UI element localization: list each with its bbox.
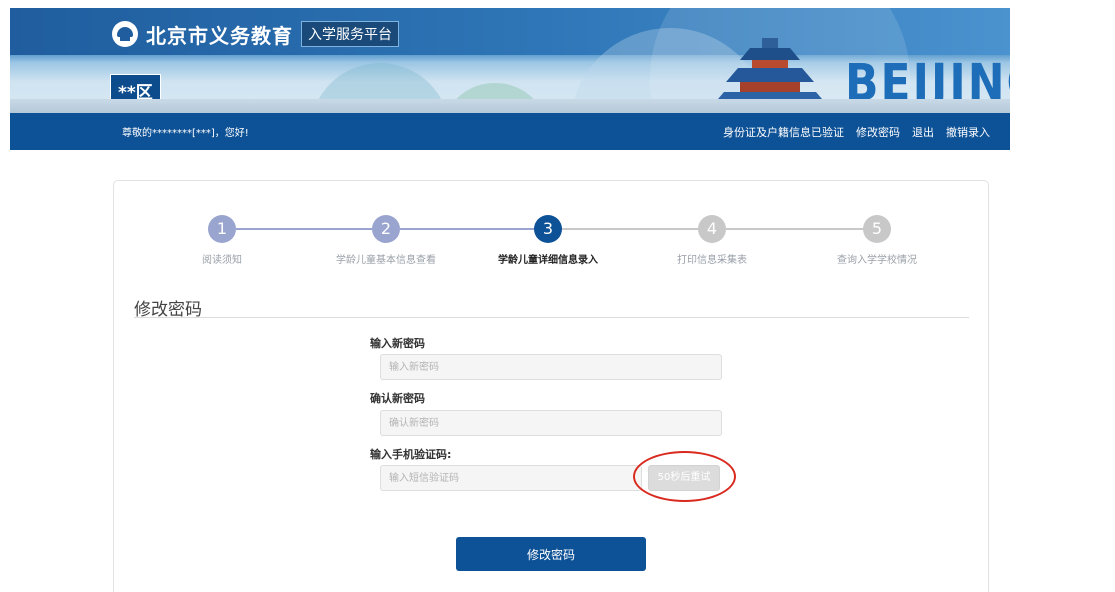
sms-code-label: 输入手机验证码:	[370, 448, 452, 461]
nav-link-cancel-entry[interactable]: 撤销录入	[946, 124, 990, 140]
step-number: 5	[863, 215, 891, 243]
main-card: 1 阅读须知 2 学龄儿童基本信息查看 3 学龄儿童详细信息录入 4 打印信息采…	[113, 180, 989, 592]
step-number: 1	[208, 215, 236, 243]
step-read-notice: 1 阅读须知	[142, 215, 302, 266]
step-label: 学龄儿童详细信息录入	[498, 255, 598, 266]
site-logo[interactable]: 北京市义务教育 入学服务平台	[112, 20, 399, 48]
site-subtitle: 入学服务平台	[301, 21, 399, 47]
change-password-submit-button[interactable]: 修改密码	[456, 537, 646, 571]
step-detail-entry: 3 学龄儿童详细信息录入	[468, 215, 628, 266]
nav-link-logout[interactable]: 退出	[912, 124, 934, 140]
step-label: 阅读须知	[202, 255, 242, 266]
confirm-password-label: 确认新密码	[370, 392, 425, 405]
user-greeting: 尊敬的********[***]，您好!	[122, 128, 249, 139]
platform-logo-icon	[112, 21, 138, 47]
header-banner: BEIJING 北京市义务教育 入学服务平台 **区	[10, 8, 1010, 113]
new-password-label: 输入新密码	[370, 337, 425, 350]
step-number: 4	[698, 215, 726, 243]
step-number: 2	[372, 215, 400, 243]
top-navbar: 尊敬的********[***]，您好! 身份证及户籍信息已验证 修改密码 退出…	[10, 113, 1010, 150]
step-label: 学龄儿童基本信息查看	[336, 255, 436, 266]
nav-links: 身份证及户籍信息已验证 修改密码 退出 撤销录入	[723, 124, 990, 140]
cityscape-strip	[10, 99, 1010, 113]
step-label: 打印信息采集表	[677, 255, 747, 266]
sms-code-input[interactable]	[380, 465, 642, 491]
title-divider	[134, 317, 969, 318]
new-password-input[interactable]	[380, 354, 722, 380]
site-title: 北京市义务教育	[146, 23, 293, 48]
annotation-highlight-ring	[633, 451, 736, 502]
step-basic-info: 2 学龄儿童基本信息查看	[306, 215, 466, 266]
confirm-password-input[interactable]	[380, 410, 722, 436]
step-label: 查询入学学校情况	[837, 255, 917, 266]
step-number: 3	[534, 215, 562, 243]
nav-link-change-password[interactable]: 修改密码	[856, 124, 900, 140]
nav-link-id-verified[interactable]: 身份证及户籍信息已验证	[723, 124, 844, 140]
step-print-form: 4 打印信息采集表	[632, 215, 792, 266]
step-query-school: 5 查询入学学校情况	[797, 215, 957, 266]
